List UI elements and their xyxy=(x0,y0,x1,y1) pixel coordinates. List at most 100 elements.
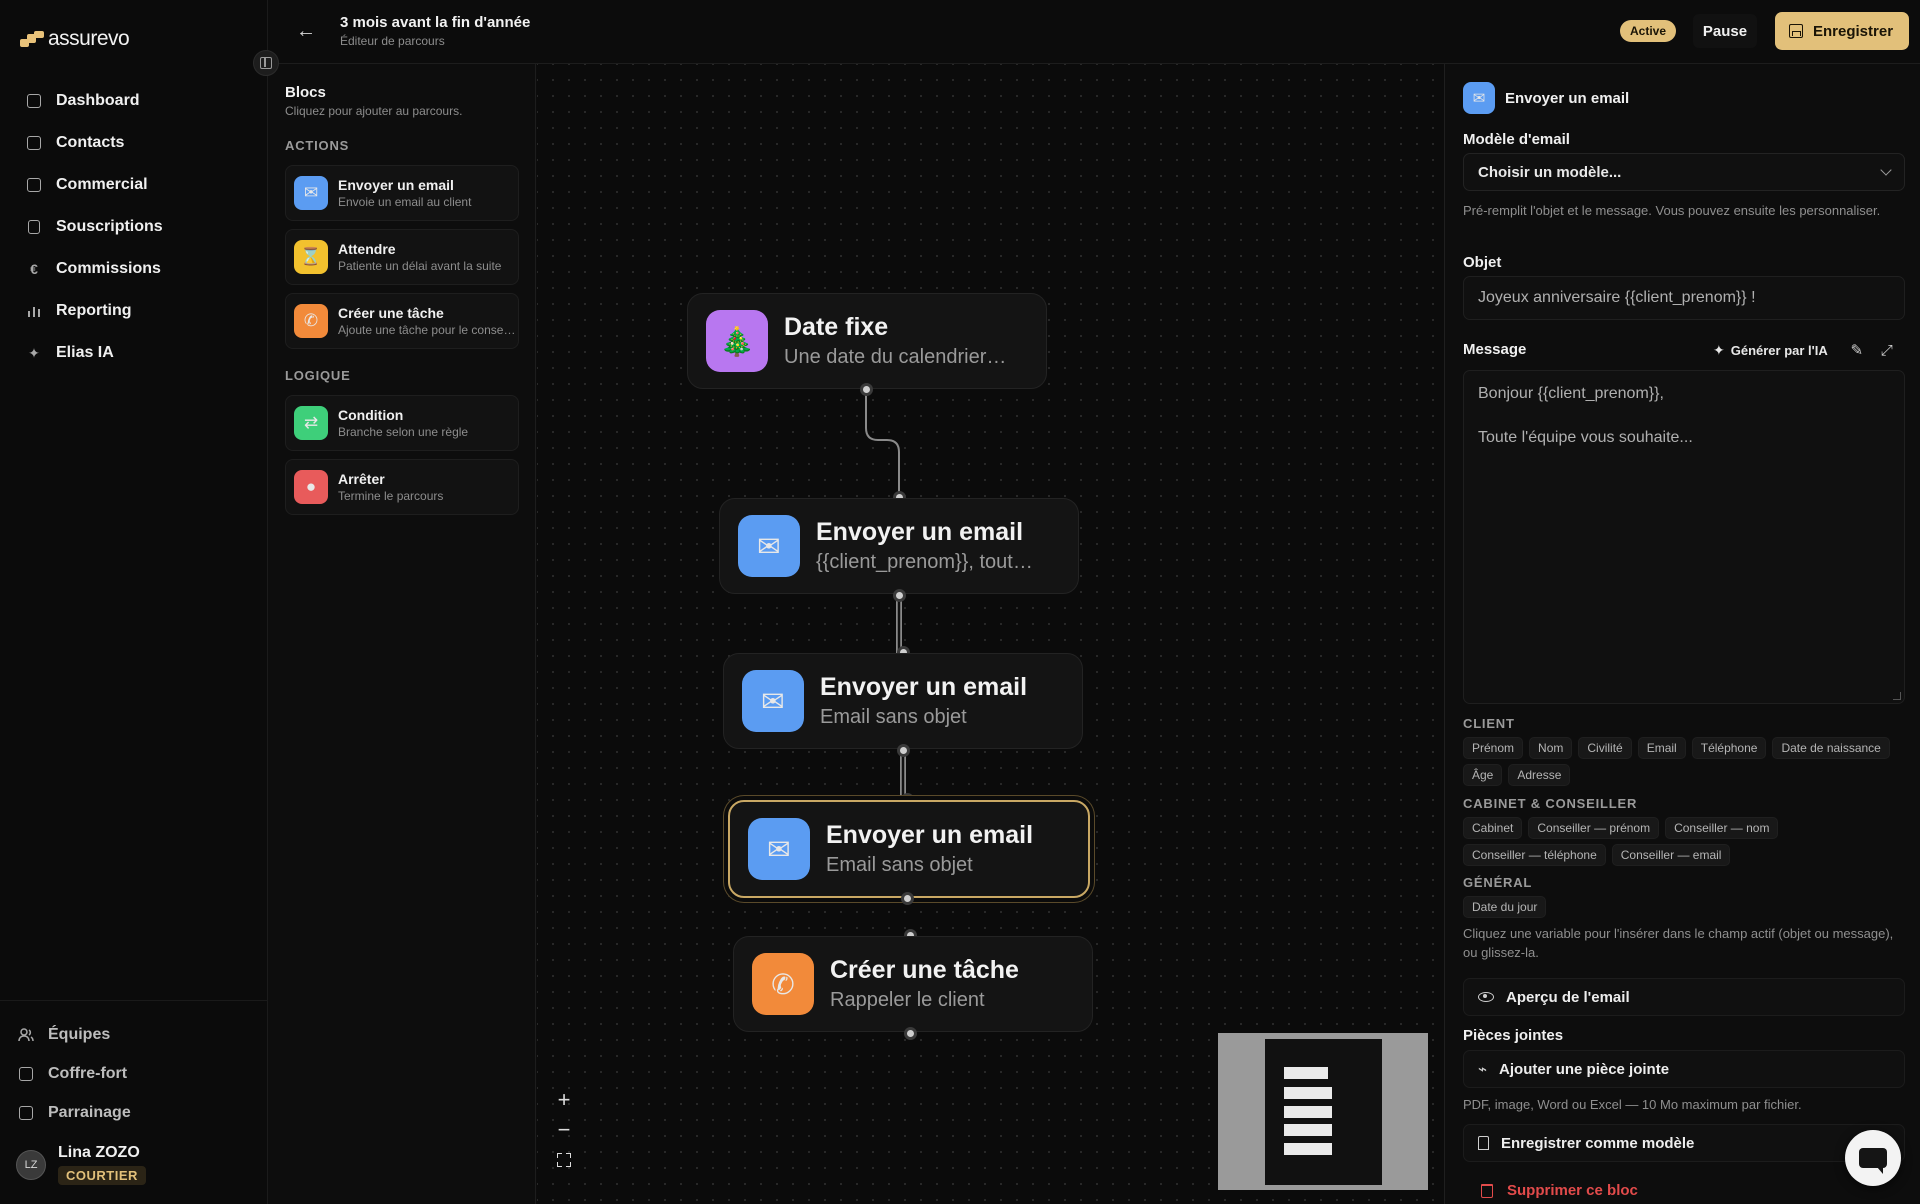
nav-item-contacts[interactable]: Contacts xyxy=(16,122,252,164)
tree-icon: 🎄 xyxy=(706,310,768,372)
bookmark-icon xyxy=(1478,1136,1489,1150)
palette-item-name: Créer une tâche xyxy=(338,305,444,321)
zoom-out-button[interactable]: − xyxy=(549,1117,579,1142)
node-output-port[interactable] xyxy=(860,383,873,396)
palette-item-stop[interactable]: ● Arrêter Termine le parcours xyxy=(285,459,519,515)
plus-icon: + xyxy=(557,1087,571,1112)
nav-item-coffre-fort[interactable]: Coffre-fort xyxy=(0,1054,268,1093)
flow-node-send-email-1[interactable]: ✉ Envoyer un email {{client_prenom}}, tou… xyxy=(719,498,1079,594)
contacts-icon xyxy=(26,135,42,151)
phone-icon: ✆ xyxy=(752,953,814,1015)
user-profile[interactable]: LZ Lina ZOZO COURTIER xyxy=(16,1144,146,1185)
flow-node-date-fixe[interactable]: 🎄 Date fixe Une date du calendrier… xyxy=(687,293,1047,389)
node-output-port[interactable] xyxy=(893,589,906,602)
nav-item-souscriptions[interactable]: Souscriptions xyxy=(16,206,252,248)
variable-chip[interactable]: Prénom xyxy=(1463,737,1524,759)
subject-input[interactable]: Joyeux anniversaire {{client_prenom}} ! xyxy=(1463,276,1905,320)
minimap-node xyxy=(1284,1124,1332,1136)
nav-item-commercial[interactable]: Commercial xyxy=(16,164,252,206)
node-title: Envoyer un email xyxy=(816,518,1024,546)
variable-chip[interactable]: Téléphone xyxy=(1691,737,1767,759)
envelope-icon: ✉ xyxy=(1463,82,1495,114)
brand-logo[interactable]: assurevo xyxy=(20,27,130,51)
dashboard-icon xyxy=(26,93,42,109)
zoom-in-button[interactable]: + xyxy=(549,1087,579,1112)
node-output-port[interactable] xyxy=(904,1027,917,1040)
variable-chip[interactable]: Conseiller — nom xyxy=(1665,817,1779,839)
node-subtitle: Email sans objet xyxy=(826,854,973,876)
envelope-icon: ✉ xyxy=(738,515,800,577)
node-output-port[interactable] xyxy=(901,892,914,905)
generate-ai-button[interactable]: ✦ Générer par l'IA xyxy=(1713,342,1828,359)
node-title: Envoyer un email xyxy=(826,821,1034,849)
minus-icon: − xyxy=(557,1117,571,1142)
subject-label: Objet xyxy=(1463,254,1502,271)
panel-header: ✉ Envoyer un email xyxy=(1463,82,1629,114)
variable-chip[interactable]: Civilité xyxy=(1578,737,1632,759)
save-button[interactable]: Enregistrer xyxy=(1775,12,1909,50)
pencil-icon[interactable]: ✎ xyxy=(1848,341,1866,359)
email-preview-button[interactable]: Aperçu de l'email xyxy=(1463,978,1905,1016)
nav-item-label: Dashboard xyxy=(56,92,140,109)
variable-chip[interactable]: Conseiller — téléphone xyxy=(1463,844,1606,866)
minimap-node xyxy=(1284,1106,1332,1118)
node-output-port[interactable] xyxy=(897,744,910,757)
palette-item-condition[interactable]: ⇄ Condition Branche selon une règle xyxy=(285,395,519,451)
euro-icon: € xyxy=(30,261,38,277)
variable-chip[interactable]: Cabinet xyxy=(1463,817,1523,839)
nav-item-parrainage[interactable]: Parrainage xyxy=(0,1093,268,1132)
nav-item-dashboard[interactable]: Dashboard xyxy=(16,80,252,122)
attachments-label: Pièces jointes xyxy=(1463,1027,1564,1044)
variable-chip[interactable]: Adresse xyxy=(1508,764,1571,786)
node-title: Créer une tâche xyxy=(830,956,1019,984)
envelope-icon: ✉ xyxy=(748,818,810,880)
message-label: Message xyxy=(1463,341,1527,358)
resize-handle-icon[interactable] xyxy=(1893,692,1901,700)
add-attachment-button[interactable]: ⌁ Ajouter une pièce jointe xyxy=(1463,1050,1905,1088)
fit-view-button[interactable] xyxy=(549,1148,579,1172)
back-arrow-icon[interactable]: ← xyxy=(296,20,316,43)
flow-canvas[interactable]: 🎄 Date fixe Une date du calendrier… ✉ Env… xyxy=(537,64,1444,1204)
nav-item-commissions[interactable]: € Commissions xyxy=(16,248,252,290)
palette-section-actions: ACTIONS xyxy=(285,138,350,153)
variable-chip[interactable]: Conseiller — email xyxy=(1611,844,1731,866)
trash-icon xyxy=(1481,1183,1493,1198)
connection-line xyxy=(865,390,900,498)
nav-item-label: Équipes xyxy=(48,1025,111,1043)
template-select[interactable]: Choisir un modèle... xyxy=(1463,153,1905,191)
nav-item-reporting[interactable]: Reporting xyxy=(16,290,252,332)
flow-node-send-email-3[interactable]: ✉ Envoyer un email Email sans objet xyxy=(728,800,1090,898)
save-as-template-button[interactable]: Enregistrer comme modèle xyxy=(1463,1124,1905,1162)
delete-block-button[interactable]: Supprimer ce bloc xyxy=(1481,1182,1638,1199)
email-preview-label: Aperçu de l'email xyxy=(1506,988,1630,1006)
palette-item-name: Arrêter xyxy=(338,471,385,487)
support-chat-button[interactable] xyxy=(1845,1130,1901,1186)
variable-chip[interactable]: Conseiller — prénom xyxy=(1528,817,1660,839)
blocks-palette: Blocs Cliquez pour ajouter au parcours. … xyxy=(268,64,536,1204)
message-textarea[interactable]: Bonjour {{client_prenom}}, Toute l'équip… xyxy=(1463,370,1905,704)
flow-node-create-task[interactable]: ✆ Créer une tâche Rappeler le client xyxy=(733,936,1093,1032)
expand-icon[interactable]: ⤢ xyxy=(1878,342,1896,359)
palette-item-send-email[interactable]: ✉ Envoyer un email Envoie un email au cli… xyxy=(285,165,519,221)
palette-item-desc: Envoie un email au client xyxy=(338,195,472,209)
flow-node-send-email-2[interactable]: ✉ Envoyer un email Email sans objet xyxy=(723,653,1083,749)
variables-help: Cliquez une variable pour l'insérer dans… xyxy=(1463,926,1894,960)
palette-item-desc: Branche selon une règle xyxy=(338,425,469,439)
variable-chip[interactable]: Âge xyxy=(1463,764,1503,786)
variable-chip[interactable]: Date de naissance xyxy=(1772,737,1890,759)
nav-item-elias-ia[interactable]: ✦ Elias IA xyxy=(16,332,252,374)
variable-chip[interactable]: Date du jour xyxy=(1463,896,1547,918)
palette-item-name: Condition xyxy=(338,407,404,423)
envelope-icon: ✉ xyxy=(742,670,804,732)
sidebar-toggle-button[interactable] xyxy=(253,50,279,76)
palette-item-wait[interactable]: ⌛ Attendre Patiente un délai avant la sui… xyxy=(285,229,519,285)
variable-chip[interactable]: Email xyxy=(1637,737,1686,759)
template-help: Pré-remplit l'objet et le message. Vous … xyxy=(1463,203,1881,218)
nav-item-equipes[interactable]: Équipes xyxy=(0,1015,268,1054)
variable-chip[interactable]: Nom xyxy=(1529,737,1573,759)
palette-item-create-task[interactable]: ✆ Créer une tâche Ajoute une tâche pour l… xyxy=(285,293,519,349)
palette-section-logique: LOGIQUE xyxy=(285,368,351,383)
minimap[interactable] xyxy=(1218,1033,1428,1190)
pause-button[interactable]: Pause xyxy=(1693,14,1757,48)
brand-name: assurevo xyxy=(48,27,130,50)
